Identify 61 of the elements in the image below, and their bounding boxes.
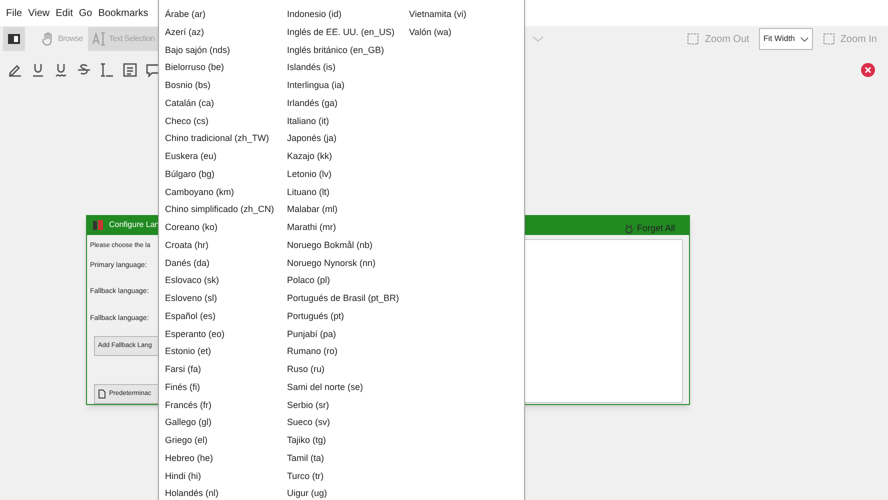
menu-item[interactable]: Serbio (sr) [287, 396, 409, 414]
menu-item[interactable]: Inglés británico (en_GB) [287, 42, 409, 60]
menu-item[interactable]: Sami del norte (se) [287, 378, 409, 396]
menu-item[interactable]: Camboyano (km) [165, 184, 287, 202]
menu-item[interactable]: Bajo sajón (nds) [165, 42, 287, 60]
menu-item[interactable]: Sueco (sv) [287, 414, 409, 432]
menu-item[interactable]: Holandés (nl) [165, 485, 287, 500]
menu-item[interactable]: Gallego (gl) [165, 414, 287, 432]
menu-item[interactable]: Noruego Nynorsk (nn) [287, 254, 409, 272]
menu-item[interactable]: Búlgaro (bg) [165, 166, 287, 184]
menu-item[interactable]: Catalán (ca) [165, 94, 287, 112]
zoom-dropdown[interactable]: Fit Width [759, 28, 814, 50]
menu-item[interactable]: Bosnio (bs) [165, 77, 287, 95]
menu-item[interactable]: Portugués (pt) [287, 308, 409, 326]
menu-item[interactable]: Edit [56, 6, 73, 20]
menu-item[interactable]: Turco (tr) [287, 468, 409, 486]
menu-item[interactable]: Rumano (ro) [287, 343, 409, 361]
menu-item[interactable]: Lituano (lt) [287, 184, 409, 202]
menu-item[interactable]: Azerí (az) [165, 24, 287, 42]
menu-item[interactable]: Checo (cs) [165, 112, 287, 130]
menu-item[interactable]: Marathi (mr) [287, 219, 409, 237]
menu-item[interactable]: Portugués de Brasil (pt_BR) [287, 290, 409, 308]
menu-item[interactable]: Islandés (is) [287, 59, 409, 77]
menu-item[interactable]: Vietnamita (vi) [409, 6, 519, 24]
menu-item[interactable]: Griego (el) [165, 432, 287, 450]
menu-item[interactable]: Español (es) [165, 308, 287, 326]
menu-item[interactable]: Italiano (it) [287, 112, 409, 130]
menu-item[interactable]: Hindi (hi) [165, 468, 287, 486]
menu-item[interactable]: Malabar (ml) [287, 201, 409, 219]
menu-item[interactable]: Croata (hr) [165, 236, 287, 254]
menu-item[interactable]: Eslovaco (sk) [165, 272, 287, 290]
menu-item[interactable]: Coreano (ko) [165, 219, 287, 237]
menu-item[interactable]: Bielorruso (be) [165, 59, 287, 77]
menu-item[interactable]: Árabe (ar) [165, 6, 287, 24]
menu-item[interactable]: Irlandés (ga) [287, 94, 409, 112]
menu-item[interactable]: File [6, 6, 22, 20]
menu-item[interactable]: Indonesio (id) [287, 6, 409, 24]
menu-item[interactable]: Chino tradicional (zh_TW) [165, 130, 287, 148]
forget-all-button[interactable]: Forget All [624, 222, 675, 236]
menu-item[interactable]: Bookmarks [98, 6, 148, 20]
menu-item[interactable]: Euskera (eu) [165, 148, 287, 166]
menu-item[interactable]: Tamil (ta) [287, 450, 409, 468]
menu-item[interactable]: Interlingua (ia) [287, 77, 409, 95]
menu-item[interactable]: Letonio (lv) [287, 166, 409, 184]
menu-item[interactable]: Kazajo (kk) [287, 148, 409, 166]
menu-item[interactable]: Esloveno (sl) [165, 290, 287, 308]
menu-item[interactable]: Uigur (ug) [287, 485, 409, 500]
menu-item[interactable]: Hebreo (he) [165, 450, 287, 468]
menu-item[interactable]: Farsi (fa) [165, 361, 287, 379]
menu-item[interactable]: Punjabí (pa) [287, 326, 409, 344]
menu-item[interactable]: View [28, 6, 50, 20]
menu-item[interactable]: Inglés de EE. UU. (en_US) [287, 24, 409, 42]
menu-item[interactable]: Chino simplificado (zh_CN) [165, 201, 287, 219]
menu-item[interactable]: Go [78, 6, 92, 20]
menu-item[interactable]: Japonés (ja) [287, 130, 409, 148]
menu-item[interactable]: Valón (wa) [409, 24, 519, 42]
menu-item[interactable]: Noruego Bokmål (nb) [287, 236, 409, 254]
menu-item[interactable]: Tajiko (tg) [287, 432, 409, 450]
menu-item[interactable]: Danés (da) [165, 254, 287, 272]
menu-item[interactable]: Polaco (pl) [287, 272, 409, 290]
menu-item[interactable]: Ruso (ru) [287, 361, 409, 379]
